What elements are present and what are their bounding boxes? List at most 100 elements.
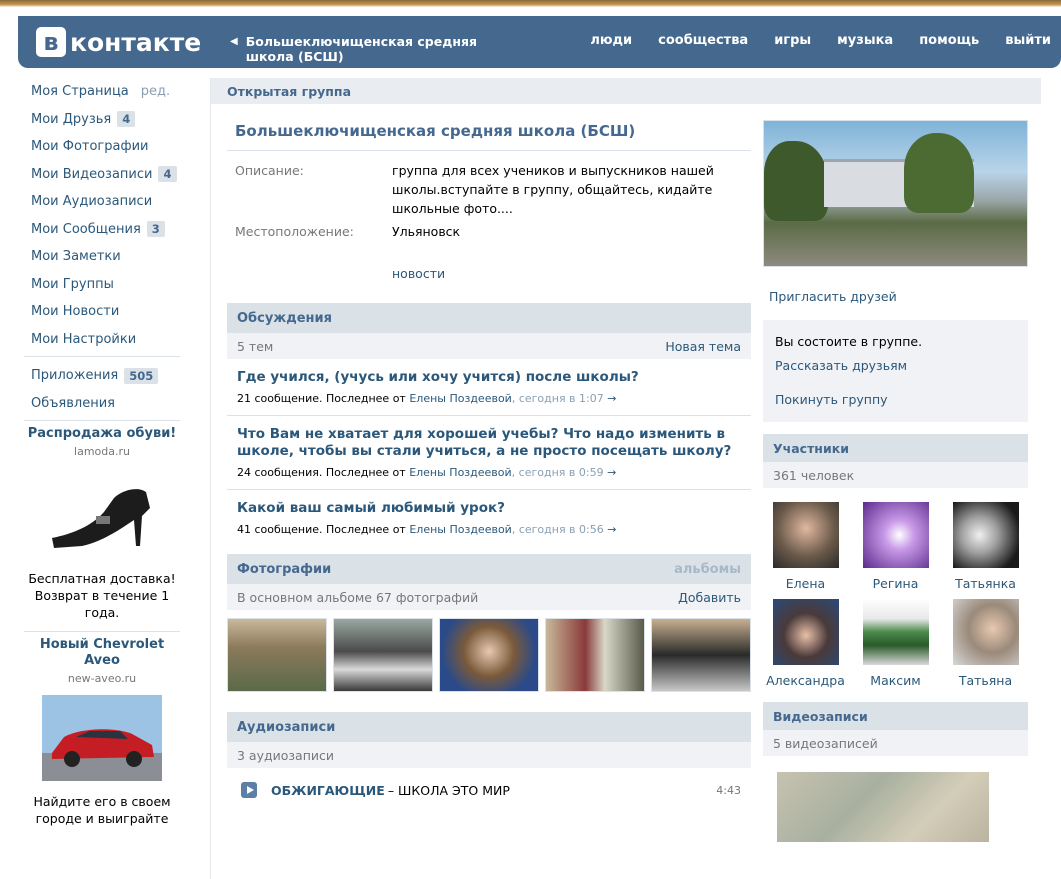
count-badge: 4: [158, 166, 177, 183]
arrow-right-icon[interactable]: →: [607, 523, 616, 536]
photo-thumb[interactable]: [439, 618, 539, 692]
discussions-subheader: 5 тем Новая тема: [227, 333, 751, 359]
description-value: группа для всех учеников и выпускников н…: [392, 163, 714, 216]
topic-author-link[interactable]: Елены Поздеевой: [409, 466, 511, 479]
tell-friends-link[interactable]: Рассказать друзьям: [775, 354, 1016, 378]
member-name[interactable]: Татьянка: [943, 576, 1029, 591]
avatar[interactable]: [862, 502, 929, 568]
discussions-header[interactable]: Обсуждения: [227, 303, 751, 333]
nav-help[interactable]: помощь: [919, 33, 979, 48]
topic-meta: 24 сообщения. Последнее от Елены Поздеев…: [237, 466, 741, 479]
play-icon[interactable]: [241, 782, 257, 798]
shoe-image[interactable]: [42, 468, 162, 558]
ad-shoes[interactable]: Распродажа обуви! lamoda.ru Бесплатная д…: [24, 426, 180, 621]
member-name[interactable]: Регина: [853, 576, 939, 591]
photo-thumb[interactable]: [651, 618, 751, 692]
leave-group-link[interactable]: Покинуть группу: [775, 388, 1016, 412]
nav-communities[interactable]: сообщества: [658, 33, 748, 48]
logo-icon: в: [36, 27, 66, 57]
topic-title[interactable]: Где учился, (учусь или хочу учится) посл…: [237, 369, 741, 386]
ad-title[interactable]: Новый Chevrolet Aveo: [24, 637, 180, 669]
member-card[interactable]: Александра: [763, 599, 849, 688]
avatar[interactable]: [862, 599, 929, 665]
sidebar-item-audio[interactable]: Мои Аудиозаписи: [24, 188, 180, 216]
logo-text: контакте: [70, 27, 202, 57]
member-name[interactable]: Александра: [763, 673, 849, 688]
description-row: Описание: группа для всех учеников и вып…: [227, 161, 751, 218]
section-title: Обсуждения: [237, 310, 332, 326]
back-arrow-icon: ◀: [230, 36, 238, 47]
avatar[interactable]: [772, 599, 839, 665]
topic-meta-text: 41 сообщение. Последнее от: [237, 523, 406, 536]
videos-header[interactable]: Видеозаписи: [763, 702, 1028, 730]
photo-thumb[interactable]: [545, 618, 645, 692]
photos-header[interactable]: Фотографии альбомы: [227, 554, 751, 584]
video-thumb[interactable]: [777, 772, 989, 842]
sidebar-item-notes[interactable]: Мои Заметки: [24, 243, 180, 271]
member-name[interactable]: Елена: [763, 576, 849, 591]
topic-time: , сегодня в 1:07: [511, 392, 604, 405]
divider: [24, 356, 180, 357]
group-title: Большеключищенская средняя школа (БСШ): [227, 112, 751, 151]
nav-music[interactable]: музыка: [837, 33, 893, 48]
sidebar-item-groups[interactable]: Мои Группы: [24, 271, 180, 299]
photo-count: В основном альбоме 67 фотографий: [237, 589, 479, 605]
top-stripe: [0, 0, 1061, 12]
topic-title[interactable]: Что Вам не хватает для хорошей учебы? Чт…: [237, 426, 741, 460]
back-link[interactable]: ◀ Большеключищенская средняя школа (БСШ): [230, 34, 520, 64]
group-cover-photo[interactable]: [763, 120, 1028, 267]
nav-people[interactable]: люди: [590, 33, 632, 48]
members-header[interactable]: Участники: [763, 434, 1028, 462]
news-link[interactable]: новости: [392, 266, 751, 281]
sidebar-item-messages[interactable]: Мои Сообщения 3: [24, 216, 180, 244]
logo[interactable]: в контакте: [36, 26, 201, 58]
members-count: 361 человек: [763, 462, 1028, 488]
track-artist[interactable]: ОБЖИГАЮЩИЕ: [271, 783, 385, 798]
photo-thumb[interactable]: [227, 618, 327, 692]
ad-title[interactable]: Распродажа обуви!: [24, 426, 180, 442]
member-card[interactable]: Татьянка: [943, 502, 1029, 591]
member-card[interactable]: Максим: [853, 599, 939, 688]
photo-thumb[interactable]: [333, 618, 433, 692]
sidebar-item-my-page[interactable]: Моя Страница ред.: [24, 78, 180, 106]
arrow-right-icon[interactable]: →: [607, 392, 616, 405]
sidebar-item-ads[interactable]: Объявления: [24, 390, 180, 418]
nav-games[interactable]: игры: [774, 33, 811, 48]
sidebar-item-apps[interactable]: Приложения 505: [24, 362, 180, 390]
sidebar-item-photos[interactable]: Мои Фотографии: [24, 133, 180, 161]
sidebar-item-friends[interactable]: Мои Друзья 4: [24, 106, 180, 134]
location-label: Местоположение:: [235, 224, 354, 239]
avatar[interactable]: [772, 502, 839, 568]
sidebar-item-label: Мои Сообщения: [31, 221, 141, 237]
photo-strip: [227, 610, 751, 692]
avatar[interactable]: [952, 599, 1019, 665]
edit-link[interactable]: ред.: [141, 84, 170, 99]
arrow-right-icon[interactable]: →: [607, 466, 616, 479]
member-card[interactable]: Елена: [763, 502, 849, 591]
topic-meta: 41 сообщение. Последнее от Елены Поздеев…: [237, 523, 741, 536]
nav-logout[interactable]: выйти: [1005, 33, 1051, 48]
albums-link[interactable]: альбомы: [674, 562, 741, 577]
topic-author-link[interactable]: Елены Поздеевой: [409, 392, 511, 405]
car-image[interactable]: [42, 695, 162, 781]
header: в контакте ◀ Большеключищенская средняя …: [18, 16, 1061, 68]
member-name[interactable]: Татьяна: [943, 673, 1029, 688]
new-topic-link[interactable]: Новая тема: [665, 339, 741, 354]
sidebar-item-settings[interactable]: Мои Настройки: [24, 326, 180, 354]
member-name[interactable]: Максим: [853, 673, 939, 688]
avatar[interactable]: [952, 502, 1019, 568]
sidebar-item-label: Мои Фотографии: [31, 139, 149, 155]
sidebar-item-videos[interactable]: Мои Видеозаписи 4: [24, 161, 180, 189]
invite-friends-link[interactable]: Пригласить друзей: [763, 289, 1028, 304]
add-photo-link[interactable]: Добавить: [678, 590, 741, 605]
sidebar-item-news[interactable]: Мои Новости: [24, 298, 180, 326]
audio-header[interactable]: Аудиозаписи: [227, 712, 751, 742]
topic-title[interactable]: Какой ваш самый любимый урок?: [237, 500, 741, 517]
member-card[interactable]: Татьяна: [943, 599, 1029, 688]
topic-author-link[interactable]: Елены Поздеевой: [409, 523, 511, 536]
track-duration: 4:43: [716, 783, 741, 797]
member-card[interactable]: Регина: [853, 502, 939, 591]
audio-section: Аудиозаписи 3 аудиозаписи ОБЖИГАЮЩИЕ – Ш…: [227, 712, 751, 798]
ad-car[interactable]: Новый Chevrolet Aveo new-aveo.ru Найдите…: [24, 637, 180, 827]
main-content: Открытая группа Большеключищенская средн…: [210, 78, 1041, 879]
